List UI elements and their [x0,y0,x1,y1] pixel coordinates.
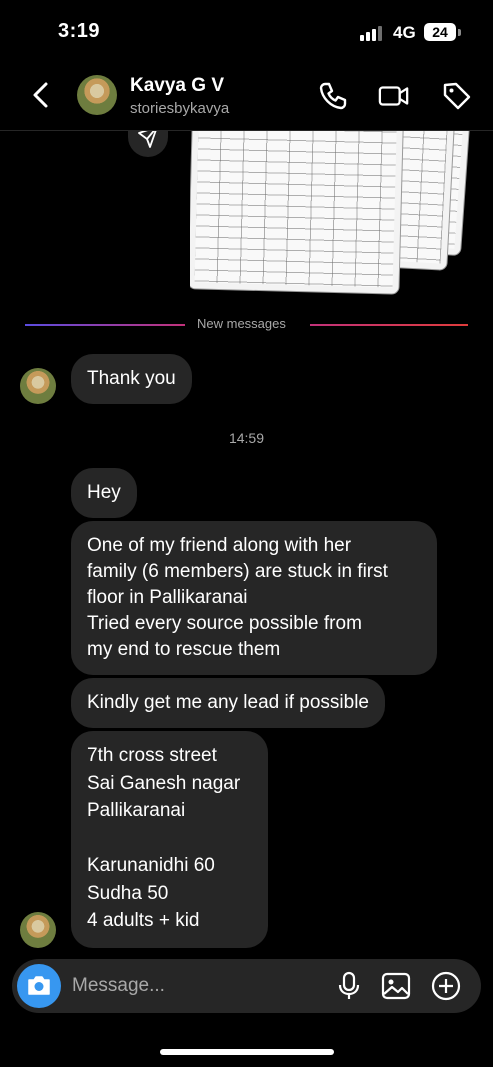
status-time: 3:19 [58,20,101,42]
avatar[interactable] [77,75,117,115]
camera-icon [28,976,50,995]
phone-icon[interactable] [317,80,349,112]
message-composer[interactable]: Message... [12,959,481,1013]
add-icon[interactable] [431,971,461,1001]
battery-level: 24 [432,24,448,40]
divider-label: New messages [197,316,286,331]
camera-button[interactable] [17,964,61,1008]
message-text: 7th cross street [87,745,217,766]
battery-tip [458,29,461,36]
message-text: Hey [87,482,121,503]
message-text: my end to rescue them [87,639,281,660]
back-icon[interactable] [28,80,56,110]
video-call-icon[interactable] [378,80,410,112]
tag-icon[interactable] [441,80,473,112]
message-text: Tried every source possible from [87,613,362,634]
message-text: 4 adults + kid [87,910,200,931]
message-text: Sudha 50 [87,882,169,904]
message-text: Pallikaranai [87,800,186,821]
message-text [87,825,252,853]
status-bar: 3:19 4G 24 [0,0,493,66]
chat-header: Kavya G V storiesbykavya [0,66,493,131]
message-timestamp: 14:59 [228,430,265,446]
divider-line [310,324,468,326]
message-bubble[interactable]: 7th cross street Sai Ganesh nagar Pallik… [71,731,268,948]
home-indicator [160,1049,334,1055]
message-text: Sai Ganesh nagar [87,772,241,794]
message-bubble[interactable]: Hey [71,468,137,518]
message-text: Thank you [87,368,176,389]
contact-name[interactable]: Kavya G V [130,75,224,97]
new-messages-divider: New messages [0,316,493,332]
network-type: 4G [393,23,416,42]
divider-line [25,324,185,326]
message-bubble[interactable]: Kindly get me any lead if possible [71,678,385,728]
message-text: family (6 members) are stuck in first [87,561,388,582]
battery-icon: 24 [424,23,456,41]
message-text: Kindly get me any lead if possible [87,692,369,713]
message-text: One of my friend along with her [87,535,352,556]
contact-username[interactable]: storiesbykavya [130,100,229,117]
microphone-icon[interactable] [334,971,364,1001]
message-text: floor in Pallikaranai [87,587,248,608]
message-bubble[interactable]: One of my friend along with her family (… [71,521,437,675]
signal-icon [360,25,384,41]
message-text: Karunanidhi 60 [87,855,215,876]
gallery-icon[interactable] [381,971,411,1001]
message-bubble[interactable]: Thank you [71,354,192,404]
avatar[interactable] [20,912,56,948]
avatar[interactable] [20,368,56,404]
message-input[interactable]: Message... [72,975,165,997]
